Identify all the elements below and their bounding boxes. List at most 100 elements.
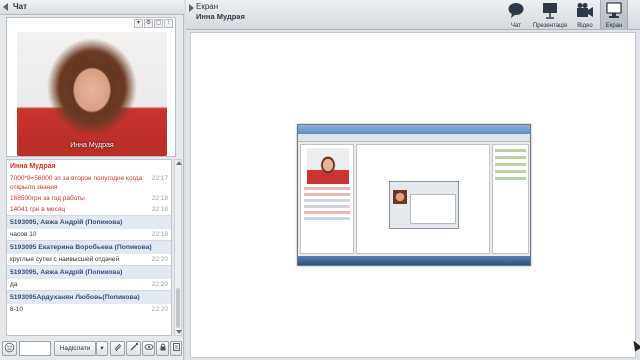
message-text: да: [10, 281, 18, 288]
shared-nested-window: [389, 181, 459, 229]
message-time: 22:17: [151, 175, 168, 182]
message-sender: 5193095 Екатерина Воробьева (Попикова): [7, 240, 171, 254]
attach-button[interactable]: [110, 341, 125, 356]
shared-nested-photo: [393, 190, 407, 204]
shared-line: [304, 205, 350, 208]
message-time: 22:19: [151, 231, 168, 238]
shared-screen-image: [297, 124, 531, 266]
send-button[interactable]: Надіслати: [54, 341, 96, 356]
shared-line: [304, 199, 350, 202]
shared-left-panel: [300, 144, 354, 254]
shared-line: [304, 217, 350, 220]
message-sender: Инна Мудрая: [7, 160, 171, 173]
shared-line: [304, 193, 350, 196]
presentation-icon: [543, 3, 557, 19]
message-time: 22:18: [151, 206, 168, 213]
message-time: 22:20: [151, 306, 168, 313]
scroll-thumb[interactable]: [176, 288, 180, 328]
eye-button[interactable]: [142, 341, 155, 356]
message-text: 8-10: [10, 306, 24, 313]
shared-line: [495, 156, 526, 159]
collapse-left-icon[interactable]: [3, 3, 8, 11]
settings-icon[interactable]: ⚙: [144, 19, 153, 28]
document-icon: [172, 343, 180, 351]
tool-video-label: Відео: [577, 23, 593, 29]
message-sender: 5193095Ардуханян Любовь(Попикова): [7, 290, 171, 304]
list-item: да 22:20: [7, 279, 171, 290]
shared-line: [304, 187, 350, 190]
scroll-down-icon[interactable]: [176, 330, 182, 334]
lock-icon: [160, 343, 165, 351]
video-camera-icon: [577, 3, 593, 17]
tool-screen-button[interactable]: Екран: [600, 0, 628, 30]
emoticon-button[interactable]: [2, 341, 17, 356]
brush-icon: [130, 342, 138, 351]
scroll-up-icon[interactable]: [176, 161, 182, 165]
chat-input-bar: Надіслати ▾: [2, 340, 182, 357]
screen-share-area: [190, 32, 640, 358]
video-caption: Инна Мудрая: [70, 142, 114, 149]
tool-chat-label: Чат: [511, 23, 521, 29]
paperclip-icon: [114, 343, 121, 351]
message-time: 22:18: [151, 195, 168, 202]
tool-screen-label: Екран: [605, 23, 623, 29]
expand-icon[interactable]: ▢: [154, 19, 163, 28]
webcam-video: Инна Мудрая: [17, 32, 167, 156]
smiley-icon: [4, 342, 15, 353]
archive-button[interactable]: [170, 341, 182, 356]
list-item: 7000*8=56000 зп за второе полугодие когд…: [7, 173, 171, 193]
monitor-icon: [606, 2, 622, 18]
chat-panel: Чат ▾ ⚙ ▢ ↑ Инна Мудрая Инна Мудрая 7000…: [0, 0, 184, 360]
tool-video-button[interactable]: Відео: [572, 0, 598, 30]
shared-middle-panel: [356, 144, 490, 254]
chat-scrollbar[interactable]: [174, 159, 182, 336]
screen-panel: Екран Инна Мудрая Чат Презентація Відео …: [186, 0, 640, 360]
message-text: круглые сутки с наивысшей отдачей: [10, 256, 120, 263]
tool-presentation-button[interactable]: Презентація: [530, 0, 570, 30]
list-item: 168500грн за год работы 22:18: [7, 193, 171, 204]
tool-chat-button[interactable]: Чат: [504, 0, 528, 30]
message-time: 22:20: [151, 256, 168, 263]
shared-line: [495, 177, 526, 180]
list-item: 8-10 22:20: [7, 304, 171, 315]
shared-line: [495, 170, 526, 173]
message-text: часов 10: [10, 231, 37, 238]
eye-icon: [144, 344, 153, 350]
video-box: ▾ ⚙ ▢ ↑ Инна Мудрая: [6, 17, 176, 157]
message-sender: 5193095, Авжа Андрій (Попикова): [7, 215, 171, 229]
message-text: 14041 грн в месяц: [10, 206, 66, 213]
brush-button[interactable]: [126, 341, 141, 356]
message-text: 7000*8=56000 зп за второе полугодие когд…: [10, 175, 143, 191]
message-text: 168500грн за год работы: [10, 195, 85, 202]
shared-right-panel: [492, 144, 529, 254]
screen-panel-header: Екран Инна Мудрая Чат Презентація Відео …: [186, 0, 640, 30]
shared-line: [304, 211, 350, 214]
shared-nested-content: [410, 194, 456, 224]
shared-line: [495, 149, 526, 152]
screen-panel-title: Екран: [196, 2, 219, 11]
chat-panel-header: Чат: [0, 0, 184, 15]
chat-bubble-icon: [508, 3, 524, 18]
chat-message-input[interactable]: [19, 341, 51, 356]
list-item: круглые сутки с наивысшей отдачей 22:20: [7, 254, 171, 265]
shared-toolbar: [298, 134, 530, 142]
tool-presentation-label: Презентація: [532, 23, 568, 29]
shared-taskbar: [298, 256, 530, 265]
app-window: Чат ▾ ⚙ ▢ ↑ Инна Мудрая Инна Мудрая 7000…: [0, 0, 640, 360]
pin-icon[interactable]: ↑: [164, 19, 173, 28]
lock-button[interactable]: [156, 341, 169, 356]
message-sender: 5193095, Авжа Андрій (Попикова): [7, 265, 171, 279]
chat-panel-title: Чат: [13, 2, 27, 11]
video-toolbar: ▾ ⚙ ▢ ↑: [134, 19, 173, 28]
list-item: 14041 грн в месяц 22:18: [7, 204, 171, 215]
message-list: Инна Мудрая 7000*8=56000 зп за второе по…: [6, 159, 172, 336]
collapse-right-icon[interactable]: [189, 4, 194, 12]
mouse-cursor-icon: [630, 338, 640, 352]
shared-line: [495, 163, 526, 166]
message-time: 22:20: [151, 281, 168, 288]
list-item: часов 10 22:19: [7, 229, 171, 240]
shared-titlebar: [298, 125, 530, 134]
video-menu-icon[interactable]: ▾: [134, 19, 143, 28]
shared-photo: [307, 148, 349, 184]
send-options-button[interactable]: ▾: [96, 341, 108, 356]
